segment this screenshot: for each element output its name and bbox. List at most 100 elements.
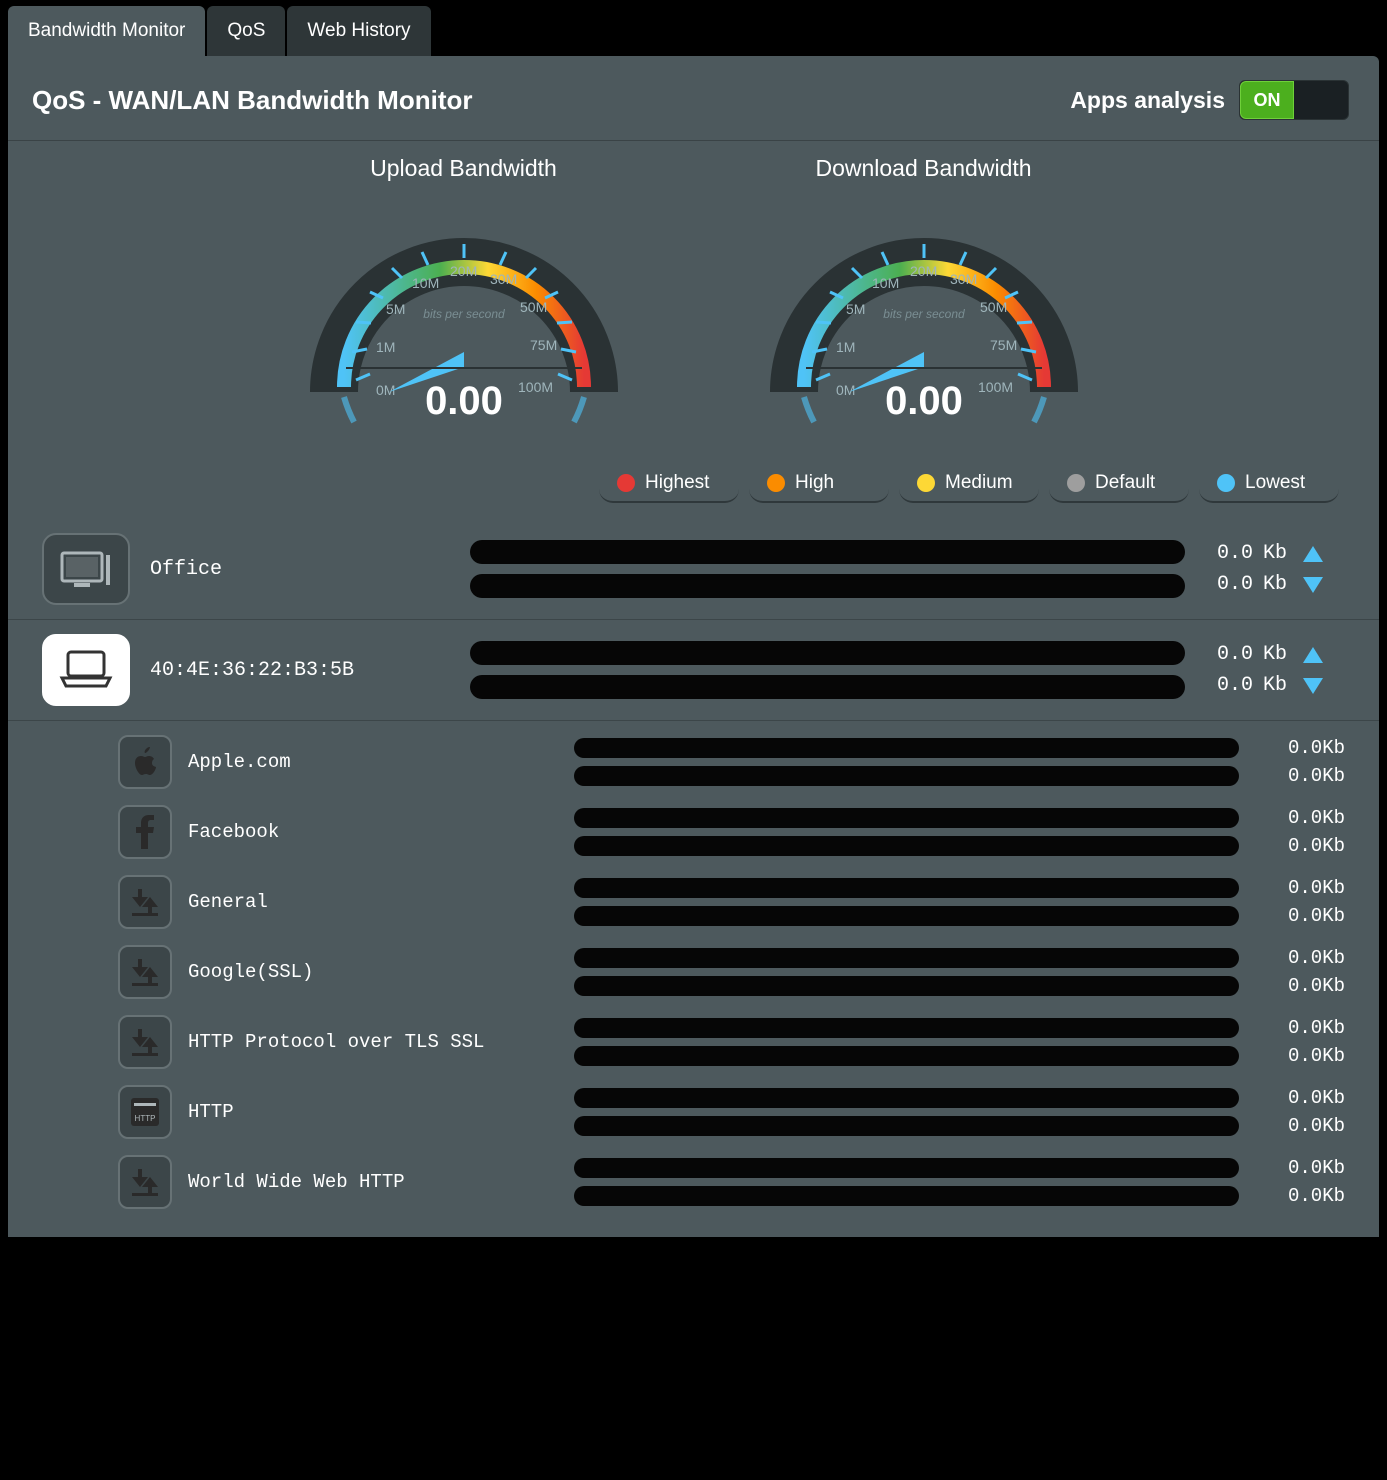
- tab-web-history[interactable]: Web History: [287, 6, 430, 56]
- legend-label: High: [795, 472, 834, 494]
- app-row[interactable]: Apple.com 0.0Kb 0.0Kb: [118, 727, 1345, 797]
- apps-analysis-toggle[interactable]: ON: [1239, 80, 1349, 120]
- svg-text:5M: 5M: [846, 301, 865, 317]
- legend-default: Default: [1049, 465, 1189, 503]
- app-bars: [574, 948, 1239, 996]
- app-upload-value: 0.0Kb: [1255, 1157, 1345, 1179]
- app-stats: 0.0Kb 0.0Kb: [1255, 1017, 1345, 1067]
- svg-text:30M: 30M: [490, 271, 517, 287]
- app-name: HTTP Protocol over TLS SSL: [188, 1031, 558, 1053]
- app-row[interactable]: HTTP HTTP 0.0Kb 0.0Kb: [118, 1077, 1345, 1147]
- gauges-section: Upload Bandwidth: [8, 141, 1379, 457]
- app-download-value: 0.0Kb: [1255, 1185, 1345, 1207]
- svg-text:50M: 50M: [980, 299, 1007, 315]
- device-name: Office: [150, 558, 450, 581]
- app-bars: [574, 808, 1239, 856]
- priority-legend: Highest High Medium Default Lowest: [8, 457, 1379, 519]
- svg-text:30M: 30M: [950, 271, 977, 287]
- app-stats: 0.0Kb 0.0Kb: [1255, 1087, 1345, 1137]
- svg-text:75M: 75M: [990, 337, 1017, 353]
- app-bars: [574, 878, 1239, 926]
- up-arrow-icon: [1303, 546, 1323, 562]
- upload-bar: [574, 1018, 1239, 1038]
- download-gauge-value: 0.00: [885, 379, 963, 423]
- upload-gauge: 0M 1M 5M 10M 20M 30M 50M 75M 100M bits p…: [294, 192, 634, 442]
- upload-bar: [470, 540, 1185, 564]
- upload-bar: [574, 1158, 1239, 1178]
- device-bars: [470, 540, 1185, 598]
- app-upload-value: 0.0Kb: [1255, 877, 1345, 899]
- legend-medium: Medium: [899, 465, 1039, 503]
- app-upload-value: 0.0Kb: [1255, 1017, 1345, 1039]
- download-bar: [574, 836, 1239, 856]
- legend-highest: Highest: [599, 465, 739, 503]
- download-bar: [574, 1186, 1239, 1206]
- app-list: Apple.com 0.0Kb 0.0Kb Facebook 0.0Kb: [8, 721, 1379, 1217]
- desktop-icon: [42, 533, 130, 605]
- http-icon: HTTP: [118, 1085, 172, 1139]
- main-panel: QoS - WAN/LAN Bandwidth Monitor Apps ana…: [8, 56, 1379, 1237]
- device-row[interactable]: Office 0.0Kb 0.0Kb: [8, 519, 1379, 620]
- svg-text:50M: 50M: [520, 299, 547, 315]
- download-gauge-block: Download Bandwidth: [754, 155, 1094, 447]
- transfer-icon: [118, 1155, 172, 1209]
- legend-high: High: [749, 465, 889, 503]
- svg-text:5M: 5M: [386, 301, 405, 317]
- svg-text:10M: 10M: [412, 275, 439, 291]
- device-stats: 0.0Kb 0.0Kb: [1205, 643, 1345, 697]
- upload-stat: 0.0Kb: [1205, 643, 1345, 666]
- upload-gauge-block: Upload Bandwidth: [294, 155, 634, 447]
- transfer-icon: [118, 945, 172, 999]
- download-bar: [574, 766, 1239, 786]
- tab-bandwidth-monitor[interactable]: Bandwidth Monitor: [8, 6, 205, 56]
- app-name: Google(SSL): [188, 961, 558, 983]
- svg-text:100M: 100M: [978, 379, 1013, 395]
- panel-header: QoS - WAN/LAN Bandwidth Monitor Apps ana…: [8, 56, 1379, 141]
- dot-icon: [1067, 474, 1085, 492]
- app-download-value: 0.0Kb: [1255, 835, 1345, 857]
- download-bar: [470, 675, 1185, 699]
- app-download-value: 0.0Kb: [1255, 1045, 1345, 1067]
- apps-analysis-label: Apps analysis: [1070, 87, 1225, 114]
- app-row[interactable]: Google(SSL) 0.0Kb 0.0Kb: [118, 937, 1345, 1007]
- app-row[interactable]: HTTP Protocol over TLS SSL 0.0Kb 0.0Kb: [118, 1007, 1345, 1077]
- upload-bar: [574, 1088, 1239, 1108]
- svg-text:10M: 10M: [872, 275, 899, 291]
- app-download-value: 0.0Kb: [1255, 905, 1345, 927]
- transfer-icon: [118, 875, 172, 929]
- transfer-icon: [118, 1015, 172, 1069]
- svg-text:20M: 20M: [450, 263, 477, 279]
- app-name: World Wide Web HTTP: [188, 1171, 558, 1193]
- legend-label: Highest: [645, 472, 709, 494]
- app-stats: 0.0Kb 0.0Kb: [1255, 807, 1345, 857]
- app-row[interactable]: World Wide Web HTTP 0.0Kb 0.0Kb: [118, 1147, 1345, 1217]
- dot-icon: [617, 474, 635, 492]
- tab-qos[interactable]: QoS: [207, 6, 285, 56]
- device-bars: [470, 641, 1185, 699]
- app-stats: 0.0Kb 0.0Kb: [1255, 1157, 1345, 1207]
- download-bar: [574, 976, 1239, 996]
- up-arrow-icon: [1303, 647, 1323, 663]
- app-row[interactable]: General 0.0Kb 0.0Kb: [118, 867, 1345, 937]
- app-name: General: [188, 891, 558, 913]
- svg-text:1M: 1M: [376, 339, 395, 355]
- download-stat: 0.0Kb: [1205, 573, 1345, 596]
- upload-gauge-title: Upload Bandwidth: [294, 155, 634, 182]
- device-stats: 0.0Kb 0.0Kb: [1205, 542, 1345, 596]
- app-upload-value: 0.0Kb: [1255, 947, 1345, 969]
- upload-bar: [574, 948, 1239, 968]
- app-row[interactable]: Facebook 0.0Kb 0.0Kb: [118, 797, 1345, 867]
- dot-icon: [1217, 474, 1235, 492]
- dot-icon: [917, 474, 935, 492]
- legend-label: Default: [1095, 472, 1155, 494]
- app-name: Apple.com: [188, 751, 558, 773]
- svg-text:bits per second: bits per second: [423, 307, 505, 321]
- upload-stat: 0.0Kb: [1205, 542, 1345, 565]
- download-gauge-title: Download Bandwidth: [754, 155, 1094, 182]
- legend-lowest: Lowest: [1199, 465, 1339, 503]
- upload-bar: [574, 808, 1239, 828]
- device-row[interactable]: 40:4E:36:22:B3:5B 0.0Kb 0.0Kb: [8, 620, 1379, 721]
- app-download-value: 0.0Kb: [1255, 975, 1345, 997]
- device-list: Office 0.0Kb 0.0Kb 40:4E:36:22:B3:5B 0.0…: [8, 519, 1379, 1217]
- app-upload-value: 0.0Kb: [1255, 1087, 1345, 1109]
